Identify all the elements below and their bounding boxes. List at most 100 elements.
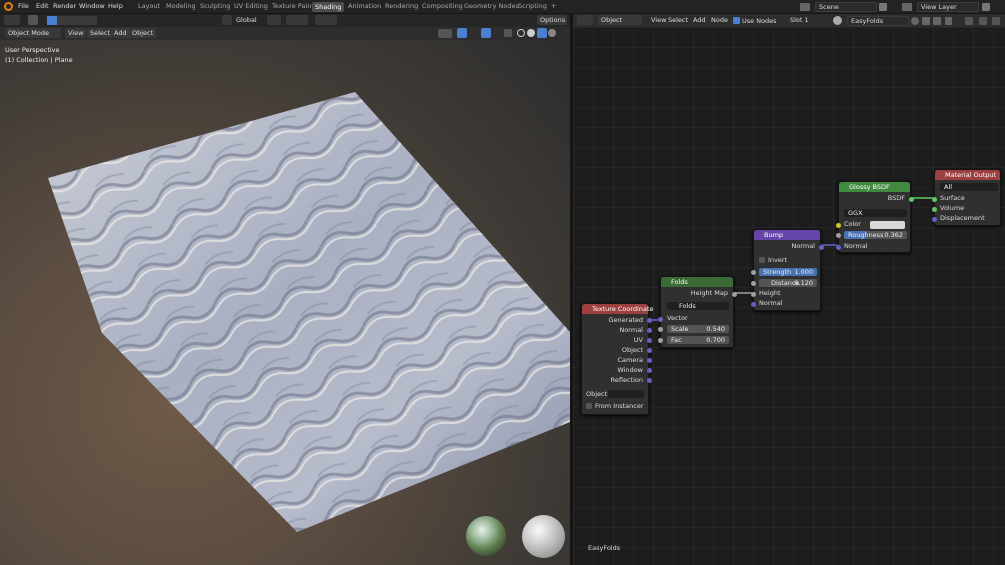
socket-volume[interactable] [932,207,937,212]
menu-render[interactable]: Render [53,2,76,10]
from-instancer-checkbox[interactable] [586,403,592,409]
select-tool-icon[interactable] [28,15,38,25]
menu-file[interactable]: File [18,2,29,10]
socket-roughness[interactable] [836,233,841,238]
socket-surface[interactable] [932,197,937,202]
snap-node-icon[interactable] [979,17,987,25]
menu-window[interactable]: Window [79,2,105,10]
socket-vector[interactable] [658,317,663,322]
ne-select-menu[interactable]: Select [665,15,691,25]
socket-height[interactable] [751,292,756,297]
node-group-selector[interactable]: Folds [667,302,729,310]
material-output-node[interactable]: Material Output All Surface Volume Displ… [932,169,1001,226]
socket-distance[interactable] [751,281,756,286]
node-header[interactable]: Texture Coordinate [582,304,654,314]
folded-plane-mesh[interactable] [0,27,570,565]
node-header[interactable]: Material Output [935,170,1000,180]
tab-sculpting[interactable]: Sculpting [197,2,233,10]
tab-geometry-nodes[interactable]: Geometry Nodes [461,2,522,10]
fake-user-icon[interactable] [911,17,919,25]
socket-normal-out[interactable] [819,245,824,250]
pivot-icon[interactable] [267,15,281,25]
tab-shading[interactable]: Shading [312,2,345,12]
shader-type-dropdown[interactable]: Object [598,15,642,25]
distance-field[interactable]: Distance 0.120 [759,279,817,287]
socket-generated[interactable] [647,318,652,323]
socket-bsdf[interactable] [909,197,914,202]
view-layer-field[interactable]: View Layer [917,2,979,12]
node-editor-canvas[interactable]: Texture Coordinate Generated Normal UV O… [573,27,1005,565]
proportional-edit-icon[interactable] [315,15,337,25]
texture-coordinate-node[interactable]: Texture Coordinate Generated Normal UV O… [581,303,654,415]
viewport-3d[interactable]: Object Mode View Select Add Object User … [0,27,570,565]
material-browse-icon[interactable] [833,16,842,25]
options-dropdown[interactable]: Options [537,15,567,25]
use-nodes-checkbox[interactable] [733,17,740,24]
tab-rendering[interactable]: Rendering [382,2,421,10]
node-editor-type-icon[interactable] [577,15,593,25]
view-layer-icon[interactable] [902,3,912,11]
socket-window[interactable] [647,368,652,373]
blender-logo-icon[interactable] [4,2,13,11]
tab-layout[interactable]: Layout [135,2,163,10]
editor-type-icon[interactable] [4,15,20,25]
new-scene-icon[interactable] [879,3,887,11]
orientation-dropdown[interactable]: Global [233,16,261,26]
socket-displacement[interactable] [932,217,937,222]
pin-icon[interactable] [945,17,952,25]
socket-strength[interactable] [751,270,756,275]
fac-field[interactable]: Fac 0.700 [667,336,729,344]
parent-tree-icon[interactable] [965,17,973,25]
invert-checkbox[interactable] [759,257,765,263]
socket-height-map[interactable] [732,292,737,297]
select-mode-icons[interactable] [47,16,97,25]
target-dropdown[interactable]: All [940,183,998,191]
node-header[interactable]: Folds [661,277,733,287]
bump-node[interactable]: Bump Normal Invert Strength 1.000 Distanc… [751,229,824,311]
socket-normal[interactable] [836,245,841,250]
node-header[interactable]: Bump [754,230,820,240]
socket-normal-in[interactable] [751,302,756,307]
new-view-layer-icon[interactable] [982,3,990,11]
socket-uv[interactable] [647,338,652,343]
overlay-node-icon[interactable] [992,17,1000,25]
add-workspace-icon[interactable]: + [548,2,559,10]
scene-icon[interactable] [800,3,810,11]
socket-color[interactable] [836,223,841,228]
socket-object[interactable] [647,348,652,353]
strength-field[interactable]: Strength 1.000 [759,268,817,276]
unlink-material-icon[interactable] [933,17,941,25]
from-instancer-row[interactable]: From Instancer [582,402,648,411]
glossy-bsdf-node[interactable]: Glossy BSDF BSDF GGX Color Roughness 0.36… [836,181,914,253]
tab-modeling[interactable]: Modeling [163,2,199,10]
tab-scripting[interactable]: Scripting [515,2,550,10]
diffuse-preview-sphere[interactable] [522,515,565,558]
scale-field[interactable]: Scale 0.540 [667,325,729,333]
menu-edit[interactable]: Edit [36,2,49,10]
snap-icon[interactable] [286,15,308,25]
socket-fac[interactable] [658,338,663,343]
scene-field[interactable]: Scene [815,2,877,12]
roughness-field[interactable]: Roughness 0.362 [844,231,907,239]
invert-row[interactable]: Invert [754,256,820,265]
socket-scale[interactable] [658,327,663,332]
color-swatch[interactable] [870,221,905,229]
socket-normal[interactable] [647,328,652,333]
duplicate-material-icon[interactable] [922,17,930,25]
transform-orientation-icon[interactable] [222,15,232,25]
node-header[interactable]: Glossy BSDF [839,182,910,192]
material-name-field[interactable]: EasyFolds [847,16,909,26]
socket-camera[interactable] [647,358,652,363]
tab-texture-paint[interactable]: Texture Paint [269,2,317,10]
slot-dropdown[interactable]: Slot 1 [787,15,827,25]
hdri-preview-sphere[interactable] [466,516,506,556]
tab-compositing[interactable]: Compositing [419,2,466,10]
menu-help[interactable]: Help [108,2,123,10]
ne-node-menu[interactable]: Node [708,15,731,25]
tab-animation[interactable]: Animation [345,2,384,10]
ne-add-menu[interactable]: Add [690,15,709,25]
socket-reflection[interactable] [647,378,652,383]
tab-uv-editing[interactable]: UV Editing [231,2,271,10]
folds-group-node[interactable]: Folds Height Map Folds Vector Scale 0.540… [658,276,737,348]
object-picker-field[interactable] [608,390,644,398]
